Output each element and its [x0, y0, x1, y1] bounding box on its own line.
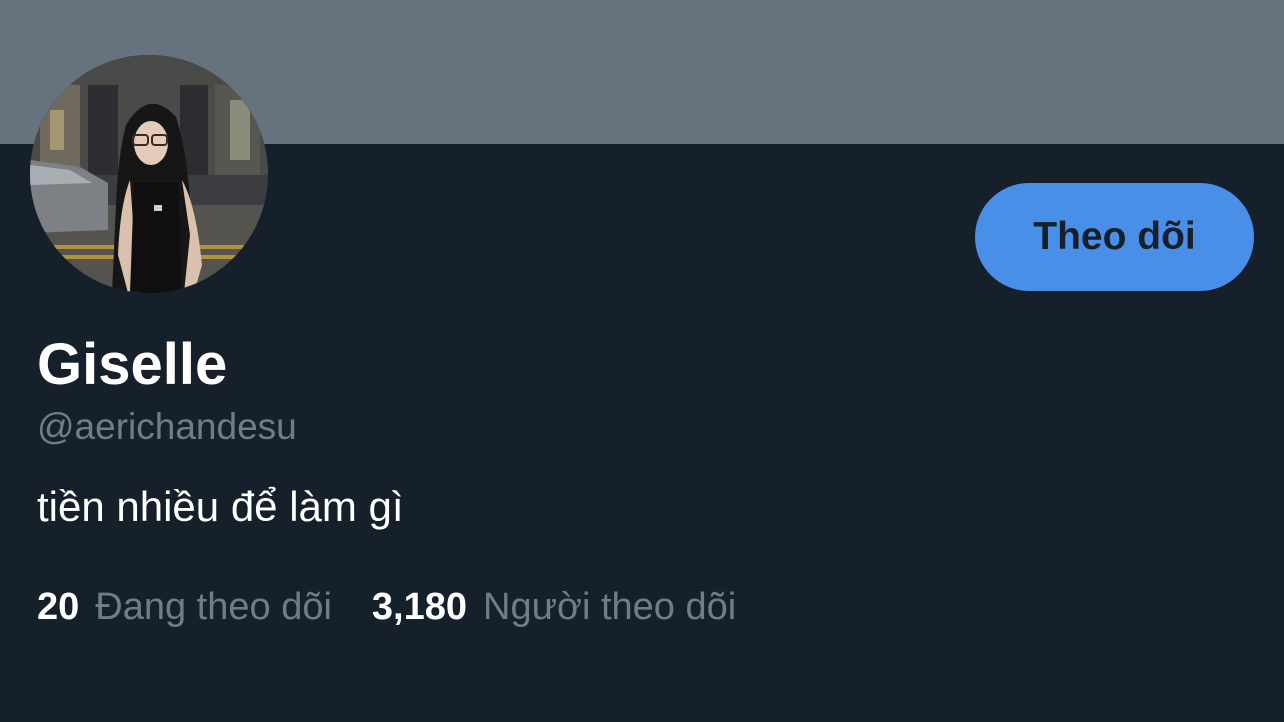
following-count: 20 — [37, 586, 80, 628]
followers-count: 3,180 — [371, 586, 468, 628]
followers-stat[interactable]: 3,180 Người theo dõi — [372, 583, 736, 631]
profile-stats: 20 Đang theo dõi 3,180 Người theo dõi — [37, 583, 736, 631]
profile-avatar[interactable] — [30, 55, 268, 293]
profile-bio: tiền nhiều để làm gì — [37, 483, 404, 530]
profile-handle: @aerichandesu — [37, 406, 297, 447]
following-stat[interactable]: 20 Đang theo dõi — [37, 583, 332, 631]
profile-page: Theo dõi Giselle @aerichandesu tiền nhiề… — [0, 0, 1284, 722]
display-name: Giselle — [37, 332, 228, 397]
avatar-photo-icon — [30, 55, 268, 293]
following-label: Đang theo dõi — [95, 586, 332, 628]
follow-button[interactable]: Theo dõi — [975, 183, 1254, 291]
followers-label: Người theo dõi — [483, 586, 737, 628]
